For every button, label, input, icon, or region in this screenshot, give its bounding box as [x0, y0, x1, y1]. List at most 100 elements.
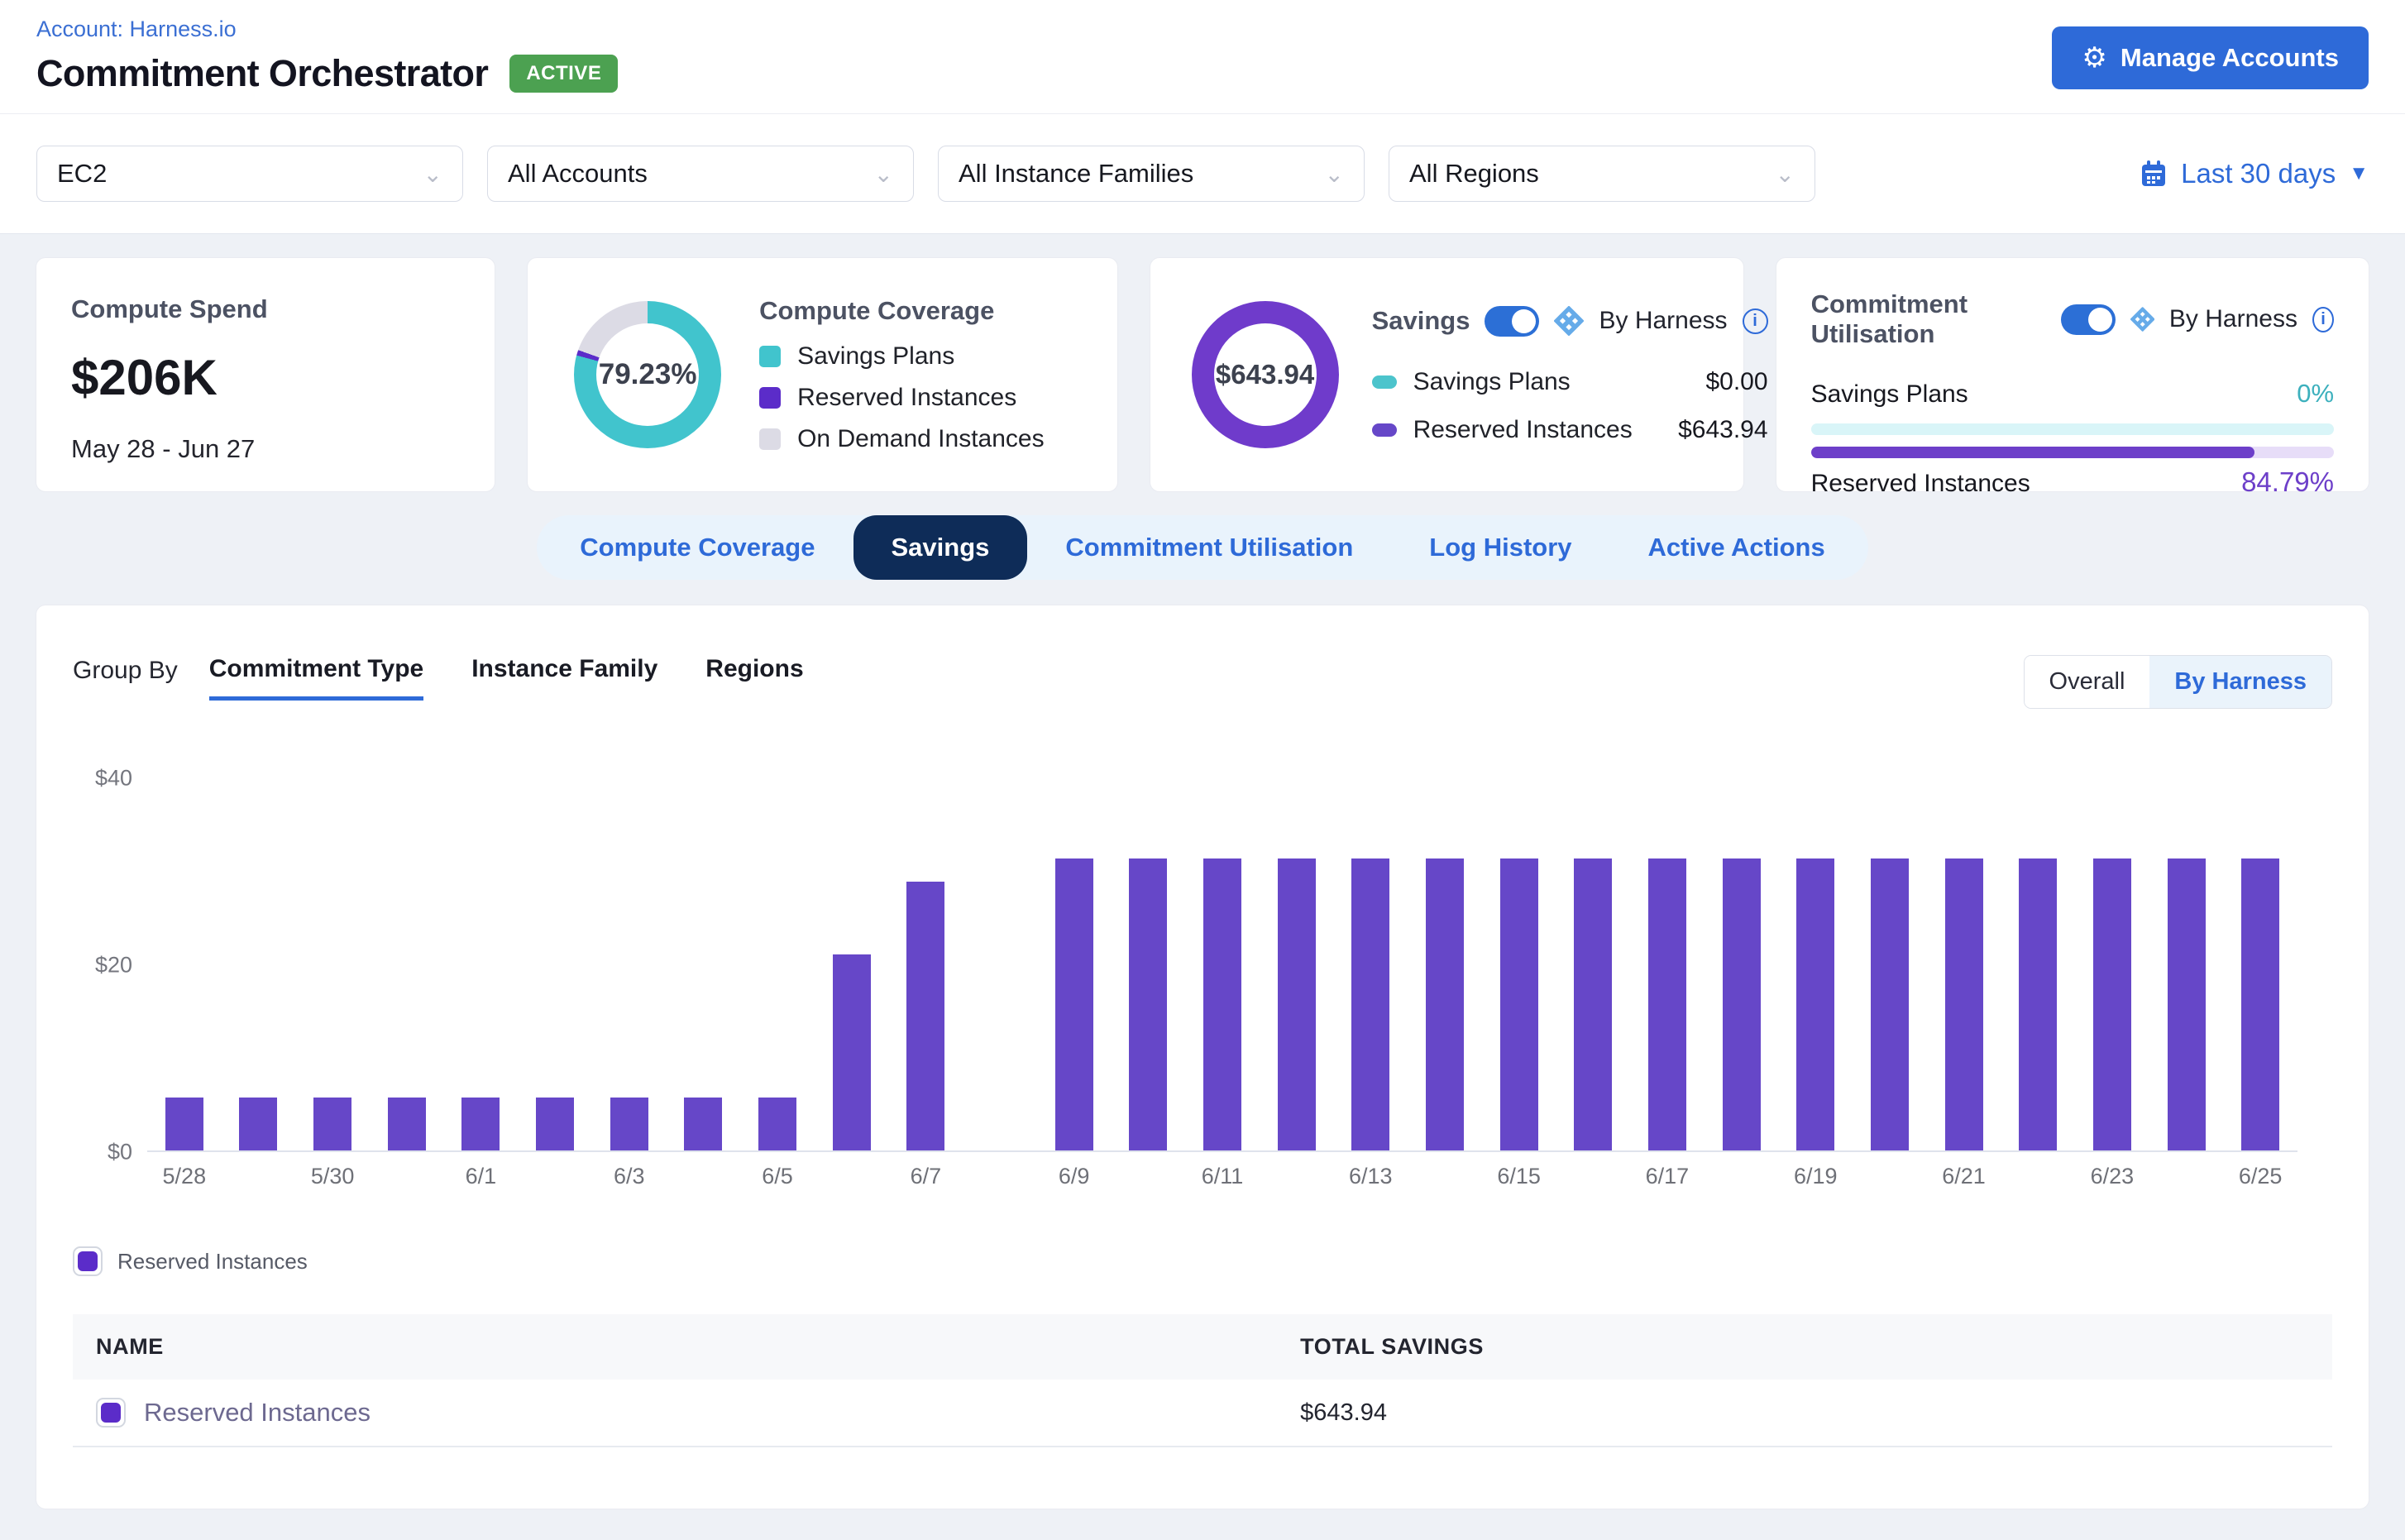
x-tick-6/23: 6/23: [2091, 1164, 2135, 1189]
commitment-utilisation-card: Commitment Utilisation By Harness i Savi…: [1776, 257, 2369, 492]
bar-6/20[interactable]: [1871, 858, 1909, 1150]
bar-6/11[interactable]: [1203, 858, 1241, 1150]
bar-5/28[interactable]: [165, 1098, 203, 1150]
bar-6/15[interactable]: [1500, 858, 1538, 1150]
bar-6/9[interactable]: [1055, 858, 1093, 1150]
manage-accounts-button[interactable]: ⚙ Manage Accounts: [2052, 26, 2369, 89]
segment-overall[interactable]: Overall: [2025, 656, 2150, 708]
savings-by-harness-toggle[interactable]: [1485, 306, 1539, 337]
x-tick-6/3: 6/3: [614, 1164, 645, 1189]
group-by-commitment-type[interactable]: Commitment Type: [209, 655, 423, 701]
tab-log-history[interactable]: Log History: [1391, 515, 1609, 580]
bar-6/12[interactable]: [1278, 858, 1316, 1150]
bar-6/25[interactable]: [2241, 858, 2279, 1150]
x-tick-6/21: 6/21: [1942, 1164, 1986, 1189]
bar-6/1[interactable]: [461, 1098, 500, 1150]
bar-6/5[interactable]: [758, 1098, 796, 1150]
savings-row-savings-plans: Savings Plans $0.00: [1372, 368, 1768, 396]
chevron-down-icon: ⌄: [874, 160, 893, 188]
status-badge: ACTIVE: [509, 55, 618, 93]
reserved-instances-percent: 84.79%: [2241, 466, 2334, 498]
chart-xlabels: 5/285/306/16/36/56/76/96/116/136/156/176…: [147, 1164, 2297, 1197]
bar-6/18[interactable]: [1723, 858, 1761, 1150]
tab-active-actions[interactable]: Active Actions: [1610, 515, 1863, 580]
tab-commitment-utilisation[interactable]: Commitment Utilisation: [1027, 515, 1391, 580]
savings-row-reserved-instances: Reserved Instances $643.94: [1372, 416, 1768, 444]
info-icon[interactable]: i: [2312, 307, 2334, 332]
filter-bar: EC2 ⌄ All Accounts ⌄ All Instance Famili…: [0, 113, 2405, 234]
x-tick-6/9: 6/9: [1059, 1164, 1090, 1189]
segment-by-harness[interactable]: By Harness: [2149, 656, 2331, 708]
x-tick-6/1: 6/1: [466, 1164, 497, 1189]
savings-bar-chart: $0 $20 $40 5/285/306/16/36/56/76/96/116/…: [36, 778, 2369, 1316]
row-value: $643.94: [1678, 416, 1767, 444]
bar-6/14[interactable]: [1426, 858, 1464, 1150]
regions-select[interactable]: All Regions ⌄: [1389, 146, 1815, 202]
savings-plans-progress-bar: [1811, 423, 2334, 435]
manage-accounts-label: Manage Accounts: [2121, 43, 2339, 73]
column-name: NAME: [73, 1314, 1277, 1380]
y-tick-20: $20: [69, 953, 132, 978]
commitment-orchestrator-page: Account: Harness.io Commitment Orchestra…: [0, 0, 2405, 1540]
bar-6/21[interactable]: [1945, 858, 1983, 1150]
chevron-down-icon: ⌄: [423, 160, 442, 188]
top-bar: Account: Harness.io Commitment Orchestra…: [0, 0, 2405, 113]
bar-6/6[interactable]: [833, 954, 871, 1150]
tab-compute-coverage[interactable]: Compute Coverage: [542, 515, 853, 580]
gear-icon: ⚙: [2082, 44, 2106, 72]
group-by-instance-family[interactable]: Instance Family: [471, 655, 657, 701]
group-by-row: Group By Commitment Type Instance Family…: [36, 605, 2369, 709]
bar-5/31[interactable]: [388, 1098, 426, 1150]
x-tick-6/25: 6/25: [2239, 1164, 2283, 1189]
reserved-instances-swatch: [1372, 423, 1397, 437]
instance-families-select-value: All Instance Families: [959, 159, 1193, 189]
info-icon[interactable]: i: [1743, 308, 1768, 334]
legend-item-on-demand: On Demand Instances: [759, 425, 1045, 453]
bar-6/19[interactable]: [1796, 858, 1834, 1150]
bar-6/4[interactable]: [684, 1098, 722, 1150]
bar-5/30[interactable]: [313, 1098, 351, 1150]
section-tabs-bar: Compute Coverage Savings Commitment Util…: [0, 515, 2405, 580]
accounts-select[interactable]: All Accounts ⌄: [487, 146, 914, 202]
compute-coverage-title: Compute Coverage: [759, 296, 1045, 326]
x-tick-6/7: 6/7: [911, 1164, 942, 1189]
bar-6/22[interactable]: [2019, 858, 2057, 1150]
row-checkbox[interactable]: [96, 1398, 126, 1428]
bar-6/3[interactable]: [610, 1098, 648, 1150]
compute-spend-period: May 28 - Jun 27: [71, 434, 460, 464]
bar-6/16[interactable]: [1574, 858, 1612, 1150]
row-label: Reserved Instances: [1811, 470, 2030, 498]
x-tick-5/28: 5/28: [163, 1164, 207, 1189]
column-total-savings: TOTAL SAVINGS: [1277, 1314, 2332, 1380]
bar-6/10[interactable]: [1129, 858, 1167, 1150]
instance-families-select[interactable]: All Instance Families ⌄: [938, 146, 1365, 202]
savings-plans-swatch: [759, 346, 781, 367]
bar-6/23[interactable]: [2093, 858, 2131, 1150]
date-range-picker[interactable]: Last 30 days ▼: [2140, 158, 2369, 189]
savings-title: Savings: [1372, 306, 1470, 336]
bar-6/24[interactable]: [2168, 858, 2206, 1150]
service-select[interactable]: EC2 ⌄: [36, 146, 463, 202]
on-demand-swatch: [759, 428, 781, 450]
bar-6/17[interactable]: [1648, 858, 1686, 1150]
group-by-regions[interactable]: Regions: [705, 655, 803, 701]
bar-6/2[interactable]: [536, 1098, 574, 1150]
savings-plans-percent: 0%: [2297, 379, 2334, 409]
row-label: Reserved Instances: [1413, 416, 1633, 444]
bar-5/29[interactable]: [239, 1098, 277, 1150]
harness-logo-icon: [2130, 304, 2154, 334]
legend-item-savings-plans: Savings Plans: [759, 342, 1045, 371]
utilisation-by-harness-toggle[interactable]: [2061, 304, 2116, 335]
savings-table: NAME TOTAL SAVINGS Reserved Instances $6…: [73, 1314, 2332, 1447]
utilisation-row-reserved-instances: Reserved Instances 84.79%: [1811, 466, 2334, 498]
account-breadcrumb-link[interactable]: Account: Harness.io: [36, 17, 237, 42]
savings-card: $643.94 Savings By Harness i: [1150, 257, 1744, 492]
tab-savings[interactable]: Savings: [853, 515, 1028, 580]
bar-6/13[interactable]: [1351, 858, 1389, 1150]
by-harness-label: By Harness: [1599, 307, 1727, 335]
bar-6/7[interactable]: [906, 882, 944, 1150]
reserved-instances-swatch: [759, 387, 781, 409]
table-row[interactable]: Reserved Instances $643.94: [73, 1380, 2332, 1447]
service-select-value: EC2: [57, 159, 107, 189]
date-range-label: Last 30 days: [2181, 158, 2336, 189]
